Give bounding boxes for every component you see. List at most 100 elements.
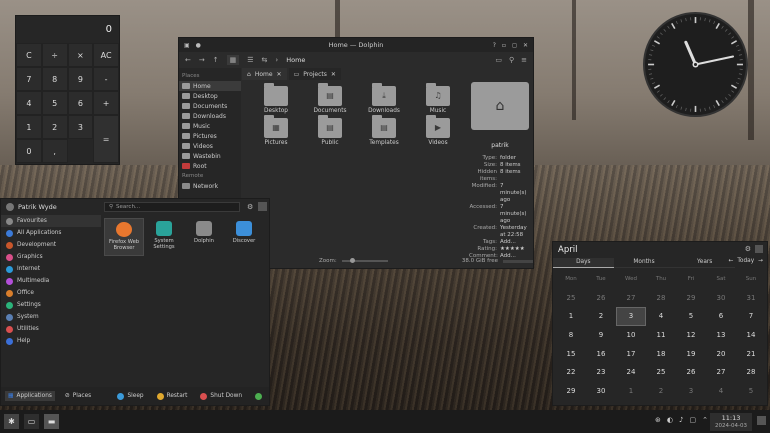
calc-key[interactable]: 0 bbox=[16, 139, 42, 163]
volume-icon[interactable]: ♪ bbox=[679, 416, 683, 424]
vpn-icon[interactable]: ⊛ bbox=[655, 416, 661, 424]
next-month-icon[interactable]: → bbox=[758, 258, 763, 264]
sidebar-item-pictures[interactable]: Pictures bbox=[179, 131, 241, 141]
file-item[interactable]: ▤ Templates bbox=[357, 115, 411, 146]
back-icon[interactable]: ← bbox=[185, 56, 191, 64]
keep-above-icon[interactable]: ? bbox=[493, 42, 496, 49]
window-titlebar[interactable]: ▣ ● Home — Dolphin ? ▫ ◻ ✕ bbox=[179, 38, 533, 52]
calendar-day[interactable]: 27 bbox=[706, 363, 736, 382]
close-icon[interactable]: ✕ bbox=[523, 42, 528, 49]
sleep-button[interactable]: Sleep bbox=[114, 391, 146, 402]
app-item[interactable]: Firefox Web Browser bbox=[104, 218, 144, 256]
calc-key[interactable]: 4 bbox=[16, 91, 42, 115]
calendar-day[interactable]: 6 bbox=[706, 307, 736, 326]
category-system[interactable]: System bbox=[1, 311, 101, 323]
calc-key[interactable]: ÷ bbox=[41, 43, 68, 67]
calendar-day[interactable]: 17 bbox=[616, 344, 646, 363]
tab-applications[interactable]: ▦ Applications bbox=[5, 391, 55, 401]
icon-view-icon[interactable]: ▦ bbox=[226, 55, 240, 65]
file-item[interactable]: ▤ Public bbox=[303, 115, 357, 146]
restart-button[interactable]: Restart bbox=[154, 391, 191, 402]
calc-key[interactable]: 7 bbox=[16, 67, 42, 91]
calendar-day[interactable]: 2 bbox=[586, 307, 616, 326]
category-all-applications[interactable]: All Applications bbox=[1, 227, 101, 239]
calc-key[interactable]: - bbox=[93, 67, 119, 91]
previous-month-icon[interactable]: ← bbox=[729, 258, 734, 264]
tab-projects[interactable]: ▭ Projects ✕ bbox=[288, 68, 341, 80]
calendar-day[interactable]: 27 bbox=[616, 289, 646, 308]
shutdown-button[interactable]: Shut Down bbox=[197, 391, 245, 402]
calc-key[interactable]: 8 bbox=[41, 67, 68, 91]
network-icon[interactable]: ◐ bbox=[667, 416, 673, 424]
notifications-icon[interactable]: ▢ bbox=[690, 416, 697, 424]
minimize-icon[interactable]: ▫ bbox=[502, 42, 506, 49]
category-multimedia[interactable]: Multimedia bbox=[1, 275, 101, 287]
breadcrumb[interactable]: Home bbox=[286, 56, 305, 64]
info-value[interactable]: ★★★★★ bbox=[500, 246, 531, 253]
calendar-day[interactable]: 28 bbox=[646, 289, 676, 308]
calc-key[interactable]: 9 bbox=[67, 67, 94, 91]
calendar-day[interactable]: 25 bbox=[556, 289, 586, 308]
calendar-day[interactable]: 29 bbox=[676, 289, 706, 308]
sidebar-item-wastebin[interactable]: Wastebin bbox=[179, 151, 241, 161]
file-item[interactable]: ▦ Pictures bbox=[249, 115, 303, 146]
tab-home[interactable]: ⌂ Home ✕ bbox=[242, 68, 287, 80]
details-view-icon[interactable]: ☰ bbox=[247, 56, 253, 64]
calc-key[interactable]: , bbox=[41, 139, 68, 163]
calendar-day[interactable]: 1 bbox=[556, 307, 586, 326]
sidebar-item-home[interactable]: Home bbox=[179, 81, 241, 91]
sidebar-item-documents[interactable]: Documents bbox=[179, 101, 241, 111]
sidebar-item-desktop[interactable]: Desktop bbox=[179, 91, 241, 101]
calendar-day[interactable]: 4 bbox=[646, 307, 676, 326]
calendar-day[interactable]: 30 bbox=[586, 382, 616, 401]
calc-key[interactable]: 6 bbox=[67, 91, 94, 115]
calendar-day[interactable]: 12 bbox=[676, 326, 706, 345]
terminal-icon[interactable]: ▭ bbox=[24, 414, 39, 429]
calendar-day[interactable]: 10 bbox=[616, 326, 646, 345]
calendar-day[interactable]: 30 bbox=[706, 289, 736, 308]
calendar-day[interactable]: 3 bbox=[676, 382, 706, 401]
show-desktop-icon[interactable] bbox=[757, 416, 766, 425]
new-folder-icon[interactable]: ▭ bbox=[495, 56, 502, 64]
tab-places[interactable]: ⊘ Places bbox=[62, 391, 94, 401]
app-item[interactable]: Dolphin bbox=[184, 218, 224, 256]
file-item[interactable]: ▶ Videos bbox=[411, 115, 465, 146]
calendar-day[interactable]: 8 bbox=[556, 326, 586, 345]
calendar-day[interactable]: 13 bbox=[706, 326, 736, 345]
calendar-day[interactable]: 15 bbox=[556, 344, 586, 363]
calendar-day[interactable]: 7 bbox=[736, 307, 766, 326]
app-item[interactable]: Discover bbox=[224, 218, 264, 256]
calendar-day[interactable]: 31 bbox=[736, 289, 766, 308]
calc-key[interactable]: 2 bbox=[41, 115, 68, 139]
calendar-day[interactable]: 5 bbox=[676, 307, 706, 326]
calendar-day-today[interactable]: 3 bbox=[616, 307, 646, 326]
gear-icon[interactable]: ⚙ bbox=[247, 203, 253, 211]
search-icon[interactable]: ⚲ bbox=[509, 56, 514, 64]
calendar-day[interactable]: 4 bbox=[706, 382, 736, 401]
category-internet[interactable]: Internet bbox=[1, 263, 101, 275]
calendar-day[interactable]: 22 bbox=[556, 363, 586, 382]
zoom-slider[interactable] bbox=[341, 258, 388, 263]
calc-key[interactable]: C bbox=[16, 43, 42, 67]
sidebar-item-music[interactable]: Music bbox=[179, 121, 241, 131]
today-button[interactable]: Today bbox=[737, 258, 754, 264]
tab-months[interactable]: Months bbox=[613, 258, 675, 268]
split-view-icon[interactable]: ⇆ bbox=[262, 56, 268, 64]
dolphin-taskbar-icon[interactable]: ▬ bbox=[44, 414, 59, 429]
category-settings[interactable]: Settings bbox=[1, 299, 101, 311]
launcher-icon[interactable]: ✱ bbox=[4, 414, 19, 429]
category-favourites[interactable]: Favourites bbox=[1, 215, 101, 227]
calendar-day[interactable]: 11 bbox=[646, 326, 676, 345]
calendar-day[interactable]: 1 bbox=[616, 382, 646, 401]
category-development[interactable]: Development bbox=[1, 239, 101, 251]
file-item[interactable]: ♫ Music bbox=[411, 83, 465, 114]
hamburger-menu-icon[interactable]: ≡ bbox=[521, 56, 527, 64]
sidebar-item-videos[interactable]: Videos bbox=[179, 141, 241, 151]
pin-icon[interactable] bbox=[755, 245, 763, 253]
sidebar-item-root[interactable]: Root bbox=[179, 161, 241, 171]
app-item[interactable]: System Settings bbox=[144, 218, 184, 256]
calendar-day[interactable]: 26 bbox=[586, 289, 616, 308]
calendar-day[interactable]: 5 bbox=[736, 382, 766, 401]
pin-icon[interactable] bbox=[258, 202, 267, 211]
file-item[interactable]: ▤ Documents bbox=[303, 83, 357, 114]
